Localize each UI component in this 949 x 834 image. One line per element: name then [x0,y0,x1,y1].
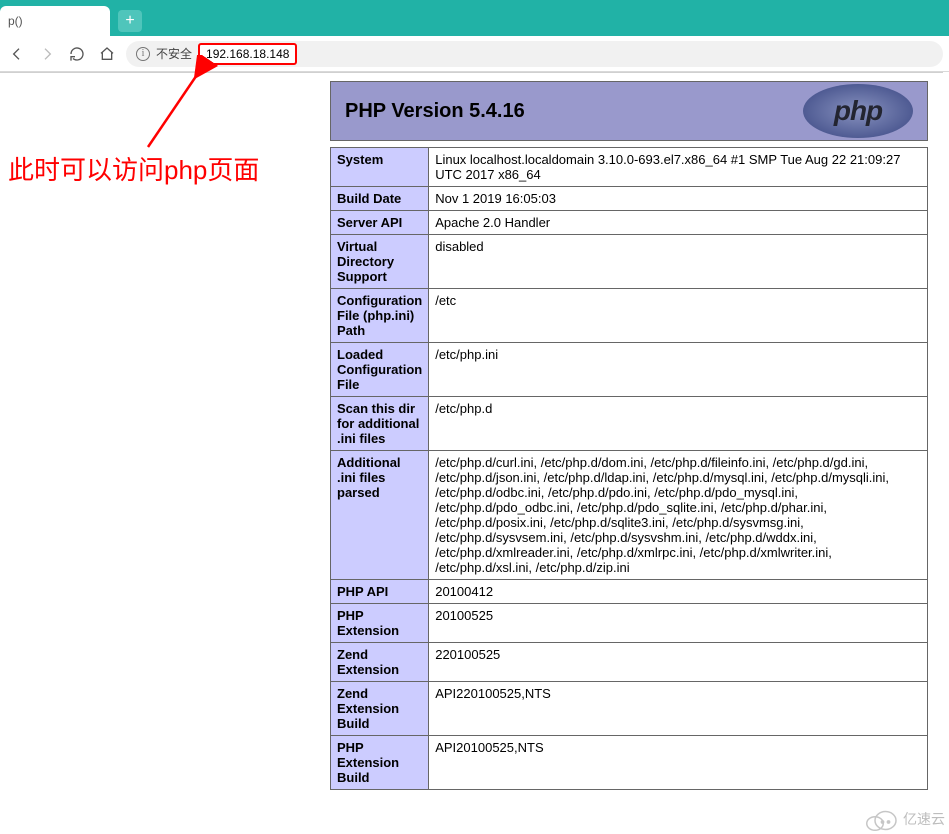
table-row: Build DateNov 1 2019 16:05:03 [331,187,928,211]
info-value: 20100525 [429,604,928,643]
table-row: Zend Extension BuildAPI220100525,NTS [331,682,928,736]
info-value: API20100525,NTS [429,736,928,790]
watermark: 亿速云 [863,807,945,831]
info-key: PHP Extension [331,604,429,643]
table-row: Zend Extension220100525 [331,643,928,682]
browser-tab-strip: p() + [0,0,949,36]
info-key: System [331,148,429,187]
info-key: Loaded Configuration File [331,343,429,397]
info-key: Scan this dir for additional .ini files [331,397,429,451]
info-key: Configuration File (php.ini) Path [331,289,429,343]
php-version-title: PHP Version 5.4.16 [345,100,525,123]
info-key: Server API [331,211,429,235]
table-row: PHP API20100412 [331,580,928,604]
table-row: Configuration File (php.ini) Path/etc [331,289,928,343]
php-logo: php [803,84,913,138]
info-key: PHP API [331,580,429,604]
info-key: Build Date [331,187,429,211]
info-value: 220100525 [429,643,928,682]
info-value: Nov 1 2019 16:05:03 [429,187,928,211]
phpinfo-container: PHP Version 5.4.16 php SystemLinux local… [330,81,928,790]
info-value: 20100412 [429,580,928,604]
tab-title: p() [8,14,23,28]
watermark-text: 亿速云 [903,809,945,829]
table-row: Additional .ini files parsed/etc/php.d/c… [331,451,928,580]
forward-button[interactable] [36,43,58,65]
info-value: API220100525,NTS [429,682,928,736]
info-key: Zend Extension Build [331,682,429,736]
plus-icon: + [125,12,134,30]
info-value: /etc/php.ini [429,343,928,397]
cloud-icon [863,807,899,831]
phpinfo-header: PHP Version 5.4.16 php [330,81,928,141]
info-value: /etc/php.d/curl.ini, /etc/php.d/dom.ini,… [429,451,928,580]
table-row: Virtual Directory Supportdisabled [331,235,928,289]
info-key: Zend Extension [331,643,429,682]
info-key: PHP Extension Build [331,736,429,790]
phpinfo-table: SystemLinux localhost.localdomain 3.10.0… [330,147,928,790]
table-row: SystemLinux localhost.localdomain 3.10.0… [331,148,928,187]
info-value: Linux localhost.localdomain 3.10.0-693.e… [429,148,928,187]
info-key: Additional .ini files parsed [331,451,429,580]
reload-button[interactable] [66,43,88,65]
home-button[interactable] [96,43,118,65]
address-bar[interactable]: i 不安全 192.168.18.148 [126,41,943,67]
info-value: Apache 2.0 Handler [429,211,928,235]
info-value: /etc [429,289,928,343]
back-button[interactable] [6,43,28,65]
annotation-arrow [120,55,240,165]
table-row: PHP Extension20100525 [331,604,928,643]
info-value: /etc/php.d [429,397,928,451]
php-logo-text: php [834,95,882,127]
info-key: Virtual Directory Support [331,235,429,289]
table-row: Scan this dir for additional .ini files/… [331,397,928,451]
info-value: disabled [429,235,928,289]
browser-tab-active[interactable]: p() [0,6,110,36]
table-row: Loaded Configuration File/etc/php.ini [331,343,928,397]
annotation-text: 此时可以访问php页面 [8,150,259,187]
table-row: Server APIApache 2.0 Handler [331,211,928,235]
table-row: PHP Extension BuildAPI20100525,NTS [331,736,928,790]
new-tab-button[interactable]: + [118,10,142,32]
